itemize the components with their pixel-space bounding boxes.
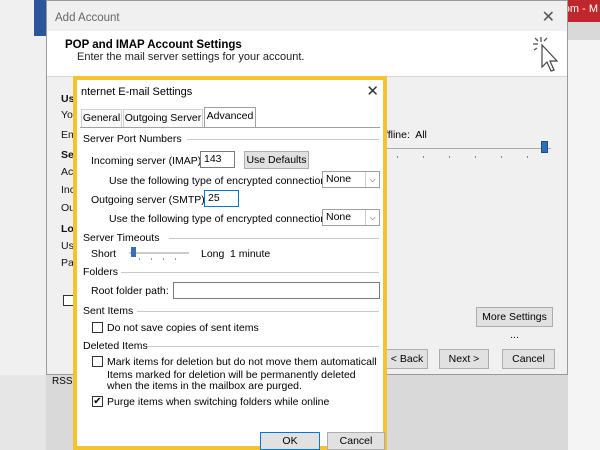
root-folder-label: Root folder path:	[91, 285, 169, 297]
section-divider	[169, 238, 379, 239]
timeout-slider-thumb[interactable]	[131, 247, 136, 257]
slider-tick	[449, 156, 450, 158]
outlook-left-footer	[0, 375, 46, 450]
add-account-subheading: Enter the mail server settings for your …	[77, 51, 305, 63]
more-settings-button[interactable]: More Settings ...	[476, 307, 553, 341]
offline-slider-track[interactable]	[385, 148, 551, 149]
chevron-down-icon: ⌵	[365, 172, 379, 187]
tab-outgoing-server[interactable]: Outgoing Server	[123, 109, 203, 127]
tab-general[interactable]: General	[81, 109, 122, 127]
slider-tick	[423, 156, 424, 158]
back-button[interactable]: < Back	[386, 349, 428, 369]
slider-tick	[163, 258, 164, 260]
purge-items-checkbox[interactable]: ✔	[92, 396, 103, 407]
root-folder-input[interactable]	[173, 282, 380, 299]
slider-tick	[527, 156, 528, 158]
next-button[interactable]: Next >	[439, 349, 489, 369]
outlook-right-strip	[568, 40, 600, 450]
incoming-port-input[interactable]: 143	[200, 151, 235, 168]
slider-tick	[475, 156, 476, 158]
incoming-encryption-value: None	[326, 173, 352, 185]
offline-slider-thumb[interactable]	[541, 141, 548, 153]
ok-button[interactable]: OK	[260, 432, 320, 450]
add-account-cancel-button[interactable]: Cancel	[502, 349, 555, 369]
slider-tick	[175, 258, 176, 260]
purge-items-label: Purge items when switching folders while…	[107, 396, 330, 408]
offline-label-text: ffline:	[385, 129, 410, 141]
incoming-encryption-label: Use the following type of encrypted conn…	[109, 175, 330, 187]
add-account-title: Add Account	[55, 12, 120, 24]
timeout-short-label: Short	[91, 248, 117, 260]
section-divider	[137, 311, 379, 312]
outlook-ribbon-edge	[34, 0, 46, 36]
slider-tick	[501, 156, 502, 158]
outgoing-server-label: Outgoing server (SMTP):	[91, 194, 208, 206]
dialog-cancel-button[interactable]: Cancel	[327, 432, 385, 450]
do-not-save-label: Do not save copies of sent items	[107, 322, 259, 334]
sent-items-heading: Sent Items	[83, 305, 134, 317]
tab-underline	[80, 127, 380, 128]
deleted-items-note: Items marked for deletion will be perman…	[107, 369, 356, 392]
outgoing-encryption-value: None	[326, 211, 352, 223]
section-divider	[147, 346, 379, 347]
offline-label: ffline: All	[385, 129, 427, 141]
tab-advanced[interactable]: Advanced	[204, 107, 256, 128]
server-port-numbers-heading: Server Port Numbers	[83, 133, 182, 145]
cursor-click-icon	[533, 37, 559, 72]
server-timeouts-heading: Server Timeouts	[83, 232, 160, 244]
timeout-long-label: Long	[201, 248, 225, 260]
timeout-value: 1 minute	[230, 248, 271, 260]
deleted-items-heading: Deleted Items	[83, 340, 148, 352]
internet-email-settings-dialog: nternet E-mail Settings ✕ General Outgoi…	[73, 76, 387, 450]
section-divider	[187, 139, 379, 140]
add-account-header: POP and IMAP Account Settings Enter the …	[47, 31, 567, 77]
outlook-left-panel	[0, 0, 46, 450]
mark-deletion-checkbox[interactable]	[92, 356, 103, 367]
folders-heading: Folders	[83, 266, 119, 278]
incoming-encryption-select[interactable]: None ⌵	[322, 171, 380, 188]
outgoing-encryption-label: Use the following type of encrypted conn…	[109, 213, 330, 225]
add-account-close-icon[interactable]: ✕	[542, 7, 555, 27]
do-not-save-checkbox[interactable]	[92, 322, 103, 333]
add-account-heading: POP and IMAP Account Settings	[65, 39, 242, 51]
dialog-close-icon[interactable]: ✕	[366, 82, 379, 100]
offline-value: All	[415, 129, 427, 141]
use-defaults-button[interactable]: Use Defaults	[244, 151, 309, 169]
slider-tick	[139, 258, 140, 260]
outgoing-encryption-select[interactable]: None ⌵	[322, 209, 380, 226]
dialog-title: nternet E-mail Settings	[81, 86, 193, 98]
slider-tick	[397, 156, 398, 158]
mark-deletion-label: Mark items for deletion but do not move …	[107, 356, 377, 368]
slider-tick	[151, 258, 152, 260]
outgoing-port-input[interactable]: 25	[204, 190, 239, 207]
timeout-slider-track[interactable]	[129, 252, 189, 254]
section-divider	[121, 272, 379, 273]
chevron-down-icon: ⌵	[365, 210, 379, 225]
incoming-server-label: Incoming server (IMAP):	[91, 155, 205, 167]
